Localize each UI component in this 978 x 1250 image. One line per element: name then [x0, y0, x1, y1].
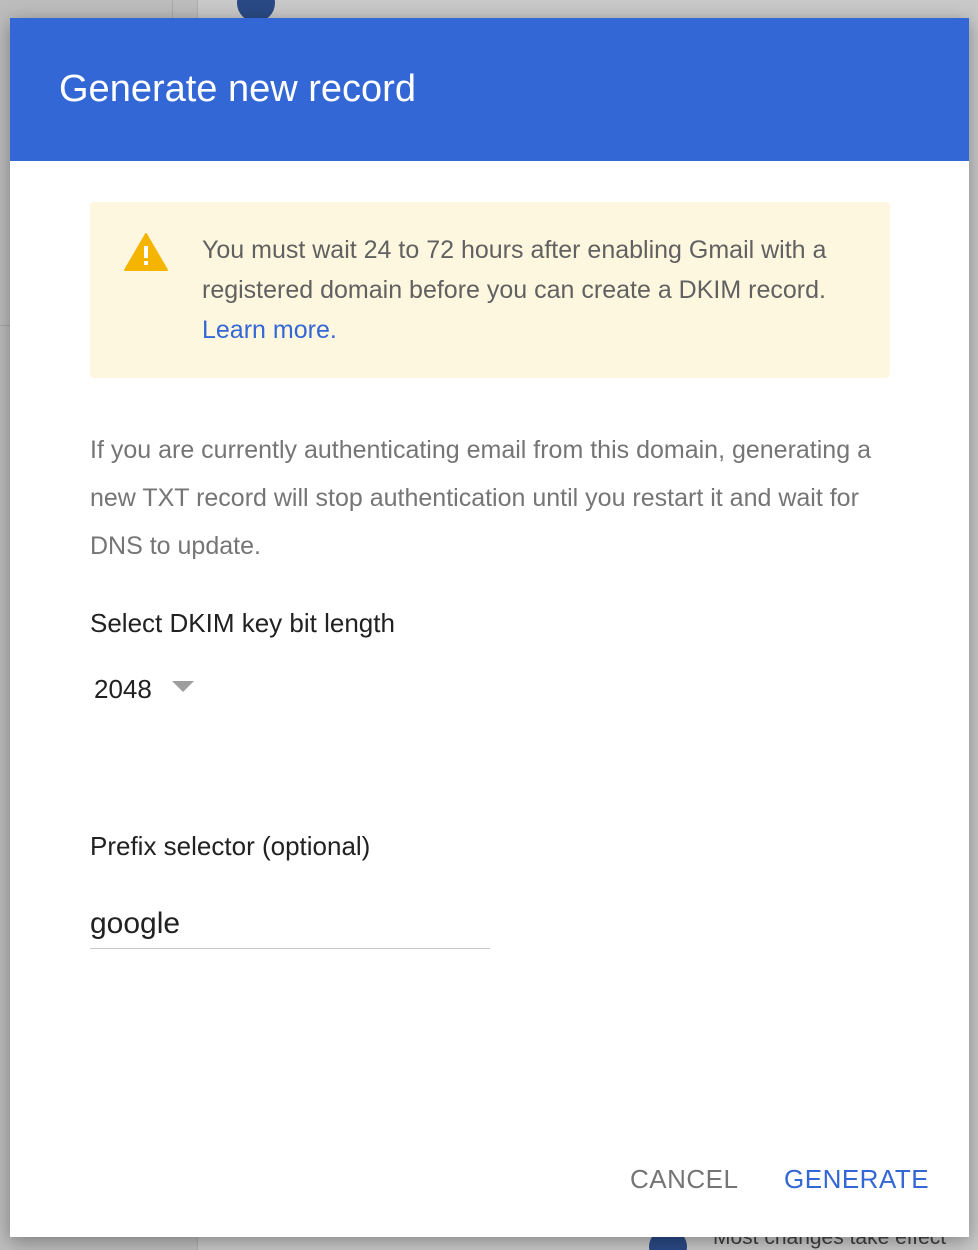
prefix-selector-input[interactable]: [90, 900, 490, 949]
info-text: If you are currently authenticating emai…: [90, 436, 871, 560]
warning-triangle-icon: [124, 233, 168, 271]
dialog-title: Generate new record: [59, 68, 416, 110]
cancel-button[interactable]: CANCEL: [630, 1164, 738, 1195]
key-length-select[interactable]: 2048: [94, 670, 214, 710]
dialog-header: Generate new record: [10, 18, 969, 161]
prefix-selector-label: Prefix selector (optional): [90, 831, 371, 861]
warning-text: You must wait 24 to 72 hours after enabl…: [202, 236, 827, 304]
generate-record-dialog: Generate new record You must wait 24 to …: [10, 18, 969, 1237]
key-length-label: Select DKIM key bit length: [90, 608, 395, 638]
warning-banner: You must wait 24 to 72 hours after enabl…: [90, 202, 890, 378]
generate-button[interactable]: GENERATE: [784, 1164, 929, 1195]
key-length-value: 2048: [94, 674, 152, 704]
learn-more-link[interactable]: Learn more.: [202, 316, 337, 344]
warning-message: You must wait 24 to 72 hours after enabl…: [202, 230, 862, 350]
dropdown-arrow-icon: [172, 681, 194, 692]
